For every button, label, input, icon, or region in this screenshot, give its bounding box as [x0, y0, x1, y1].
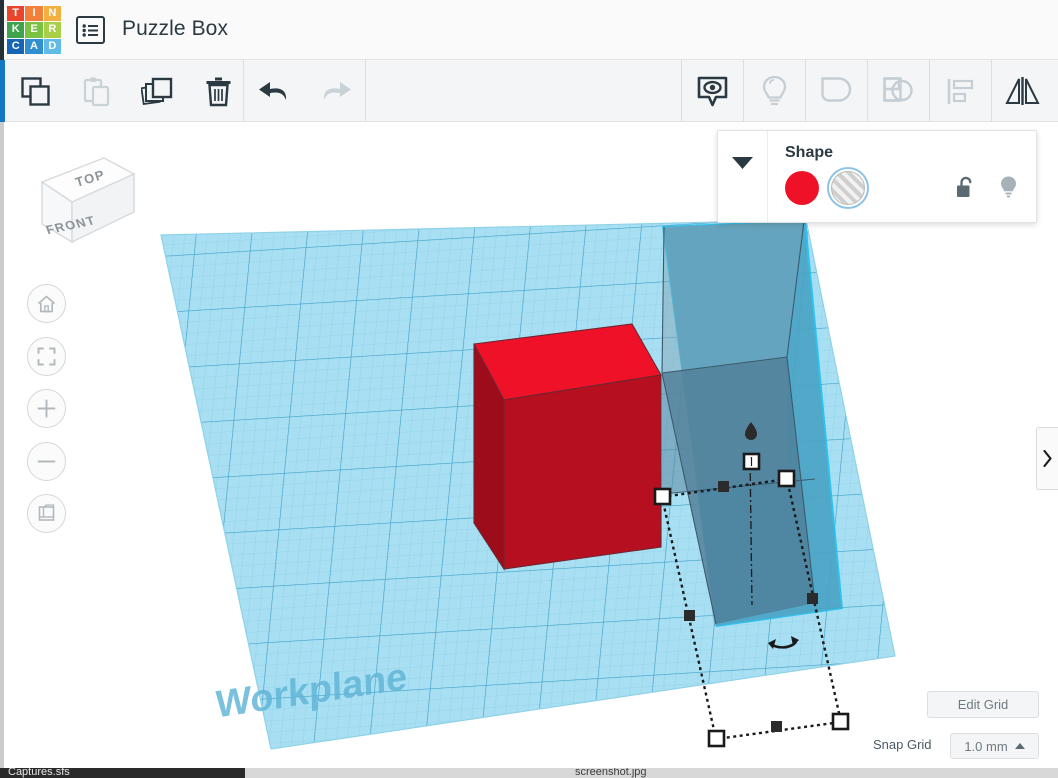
logo-tile-t: T — [7, 6, 24, 21]
home-view-button[interactable] — [27, 284, 66, 323]
main-toolbar — [0, 60, 1058, 122]
selection-bounding-box — [662, 479, 841, 739]
project-list-icon[interactable] — [76, 16, 105, 44]
logo-tile-c: C — [7, 39, 24, 54]
ungroup-button[interactable] — [868, 60, 929, 122]
unlock-button[interactable] — [955, 176, 975, 199]
shape-panel-collapse-button[interactable] — [718, 131, 768, 222]
taskbar-item-right[interactable]: screenshot.jpg — [575, 768, 647, 778]
edge-midpoint-handle — [807, 593, 818, 604]
workplane-surface — [17, 157, 934, 768]
fit-frame-icon — [37, 347, 56, 366]
group-button[interactable] — [806, 60, 867, 122]
red-box-shape — [474, 324, 661, 569]
logo-tile-d: D — [44, 39, 61, 54]
list-icon — [82, 24, 99, 37]
fit-view-button[interactable] — [27, 337, 66, 376]
page-title: Puzzle Box — [122, 17, 228, 41]
lightbulb-icon — [999, 175, 1018, 199]
shape-light-button[interactable] — [999, 175, 1018, 199]
tinkercad-app: TIN KER CAD Puzzle Box — [0, 0, 1058, 778]
corner-handle — [709, 731, 724, 746]
edge-midpoint-handle — [771, 721, 782, 732]
logo-tile-a: A — [25, 39, 42, 54]
ortho-box-icon — [37, 504, 56, 523]
app-header: TIN KER CAD Puzzle Box — [0, 0, 1058, 60]
side-panel-toggle[interactable] — [1036, 427, 1058, 490]
zoom-out-button[interactable] — [27, 442, 66, 481]
align-button[interactable] — [930, 60, 991, 122]
view-cube-icon: TOP FRONT — [32, 150, 140, 250]
tinkercad-logo[interactable]: TIN KER CAD — [7, 6, 61, 54]
redo-button[interactable] — [305, 60, 366, 122]
height-handle-diamond — [745, 422, 757, 440]
snap-grid-value: 1.0 mm — [964, 739, 1007, 754]
hole-shape-highlight — [662, 220, 843, 627]
logo-tile-n: N — [44, 6, 61, 21]
snap-grid-label: Snap Grid — [873, 737, 932, 752]
chevron-right-icon — [1043, 450, 1052, 467]
canvas-left-edge — [0, 122, 4, 768]
rotate-handle — [768, 636, 799, 649]
view-mode-button[interactable] — [27, 494, 66, 533]
edit-grid-button[interactable]: Edit Grid — [927, 691, 1039, 718]
redo-arrow-icon — [318, 78, 353, 105]
shape-panel-title: Shape — [785, 144, 1036, 162]
duplicate-button[interactable] — [127, 60, 188, 122]
mirror-icon — [1004, 76, 1041, 107]
light-button[interactable] — [744, 60, 805, 122]
unlock-icon — [955, 176, 975, 199]
zoom-in-button[interactable] — [27, 389, 66, 428]
corner-handle — [833, 714, 848, 729]
paste-icon — [81, 76, 112, 107]
trash-icon — [205, 76, 232, 107]
show-hide-button[interactable] — [682, 60, 743, 122]
duplicate-icon — [141, 76, 174, 107]
snap-grid-select[interactable]: 1.0 mm — [950, 733, 1039, 759]
view-cube[interactable]: TOP FRONT — [32, 150, 140, 250]
corner-handle — [655, 489, 670, 504]
eye-tag-icon — [696, 75, 729, 108]
center-axis-line — [750, 457, 752, 605]
undo-arrow-icon — [257, 78, 292, 105]
copy-button[interactable] — [5, 60, 66, 122]
minus-icon — [37, 452, 56, 471]
shape-handles — [655, 422, 848, 746]
align-icon — [946, 77, 975, 106]
shape-properties-panel: Shape — [717, 130, 1037, 223]
delete-button[interactable] — [188, 60, 249, 122]
caret-up-icon — [1015, 743, 1025, 749]
logo-tile-i: I — [25, 6, 42, 21]
os-taskbar: Captures.sfs screenshot.jpg — [0, 768, 1058, 778]
edge-midpoint-handle — [718, 481, 729, 492]
hole-swatch[interactable] — [831, 171, 865, 205]
paste-button[interactable] — [66, 60, 127, 122]
logo-tile-e: E — [25, 22, 42, 37]
copy-icon — [20, 76, 51, 107]
logo-tile-k: K — [7, 22, 24, 37]
ungroup-icon — [882, 76, 915, 107]
toolbar-separator — [365, 60, 366, 122]
group-icon — [820, 76, 853, 107]
mirror-button[interactable] — [992, 60, 1053, 122]
vertical-resize-handle — [744, 454, 759, 469]
undo-button[interactable] — [244, 60, 305, 122]
plus-icon — [37, 399, 56, 418]
header-left-edge — [0, 0, 4, 60]
home-icon — [37, 295, 56, 313]
logo-tile-r: R — [44, 22, 61, 37]
taskbar-item-left[interactable]: Captures.sfs — [0, 768, 245, 778]
edge-midpoint-handle — [684, 610, 695, 621]
lightbulb-icon — [761, 75, 788, 108]
corner-handle — [779, 471, 794, 486]
hole-box-shape — [662, 221, 841, 626]
chevron-down-icon — [732, 157, 753, 170]
solid-color-swatch[interactable] — [785, 171, 819, 205]
workplane-watermark: Workplane — [215, 655, 407, 727]
